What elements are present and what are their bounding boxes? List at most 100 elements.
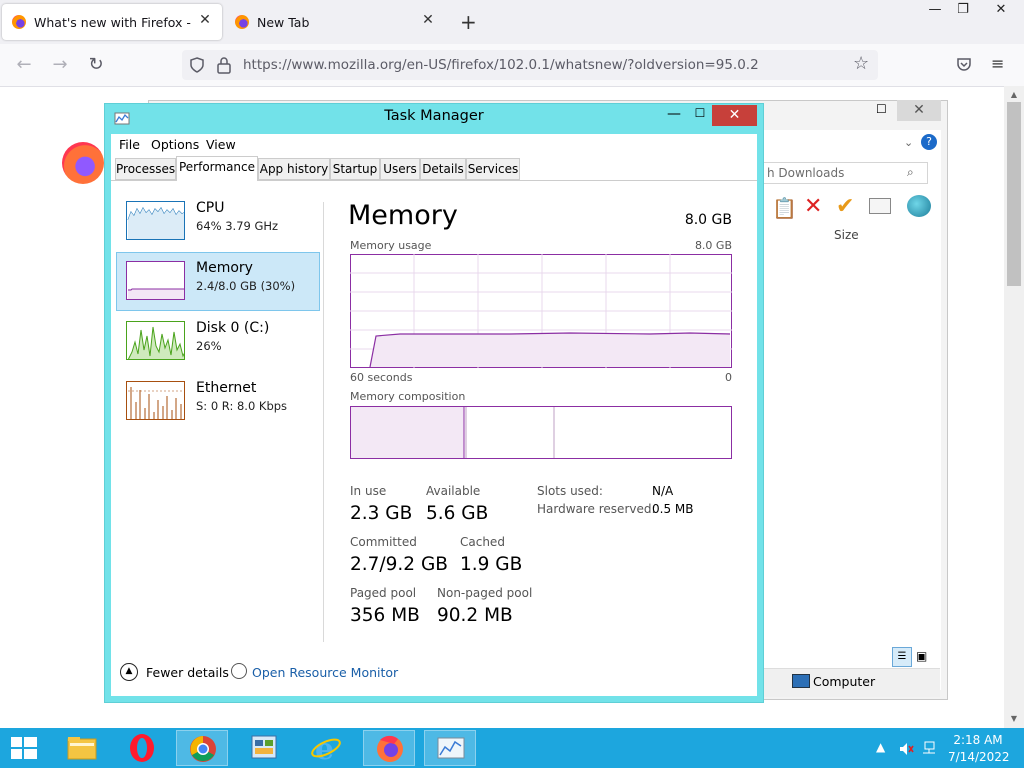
properties-icon[interactable] xyxy=(869,198,891,214)
chevron-down-icon[interactable]: ⌄ xyxy=(904,136,913,149)
svg-text:e: e xyxy=(315,732,334,766)
lock-icon[interactable] xyxy=(216,56,232,74)
menu-options[interactable]: Options xyxy=(151,137,199,152)
windows-start-icon[interactable] xyxy=(10,736,38,760)
tracking-shield-icon[interactable] xyxy=(188,56,206,74)
memory-usage-label: Memory usage xyxy=(350,239,432,252)
new-tab-button[interactable]: + xyxy=(460,10,477,34)
resource-value: S: 0 R: 8.0 Kbps xyxy=(196,399,288,413)
paged-pool-value: 356 MB xyxy=(350,605,420,626)
cpu-sparkline xyxy=(126,201,185,240)
back-arrow-icon[interactable]: ← xyxy=(11,52,37,78)
clock-time[interactable]: 2:18 AM xyxy=(948,733,1008,747)
column-header-size[interactable]: Size xyxy=(834,228,859,242)
minimize-icon[interactable]: — xyxy=(664,106,684,122)
graph-axis-left: 60 seconds xyxy=(350,371,413,384)
task-manager-icon xyxy=(437,737,465,759)
close-tab-icon[interactable]: ✕ xyxy=(419,12,437,28)
fewer-details-link[interactable]: Fewer details xyxy=(146,665,229,680)
in-use-label: In use xyxy=(350,484,387,498)
scroll-down-icon[interactable]: ▼ xyxy=(1007,712,1021,726)
chrome-icon xyxy=(190,736,216,762)
resource-value: 2.4/8.0 GB (30%) xyxy=(196,279,296,293)
internet-explorer-icon: e xyxy=(311,732,341,767)
detail-total: 8.0 GB xyxy=(684,212,732,228)
close-tab-icon[interactable]: ✕ xyxy=(196,12,214,28)
search-icon: ⌕ xyxy=(907,165,914,179)
maximize-icon[interactable]: ☐ xyxy=(690,106,710,120)
menu-file[interactable]: File xyxy=(119,137,140,152)
tab-users[interactable]: Users xyxy=(380,158,420,180)
available-value: 5.6 GB xyxy=(426,503,489,524)
clipboard-icon[interactable]: 📋 xyxy=(772,196,797,220)
large-icons-view-icon[interactable]: ▣ xyxy=(916,649,927,663)
resource-name: Ethernet xyxy=(196,380,257,396)
slots-used-value: N/A xyxy=(652,484,674,498)
reload-icon[interactable]: ↻ xyxy=(83,52,109,78)
tab-app-history[interactable]: App history xyxy=(258,158,330,180)
pocket-icon[interactable] xyxy=(956,56,972,72)
tab-performance[interactable]: Performance xyxy=(176,156,258,181)
menu-hamburger-icon[interactable]: ≡ xyxy=(991,54,1004,73)
computer-label[interactable]: Computer xyxy=(813,674,875,689)
slots-used-label: Slots used: xyxy=(537,484,603,498)
control-panel-icon xyxy=(251,735,277,759)
tab-new-tab[interactable]: New Tab ✕ xyxy=(225,4,445,40)
non-paged-pool-value: 90.2 MB xyxy=(437,605,513,626)
checkmark-icon[interactable]: ✔ xyxy=(836,194,854,219)
details-view-icon[interactable]: ☰ xyxy=(892,647,912,667)
network-icon[interactable] xyxy=(921,741,937,757)
tab-details[interactable]: Details xyxy=(420,158,466,180)
taskbar-file-explorer[interactable] xyxy=(56,730,108,766)
computer-icon xyxy=(792,674,810,688)
scrollbar-thumb[interactable] xyxy=(1007,102,1021,286)
taskbar-opera[interactable] xyxy=(116,730,168,766)
firefox-icon xyxy=(12,15,26,29)
explorer-close-button[interactable]: ✕ xyxy=(897,100,941,121)
show-hidden-icons[interactable]: ▲ xyxy=(876,740,885,754)
paged-pool-label: Paged pool xyxy=(350,586,417,600)
open-resource-monitor-link[interactable]: Open Resource Monitor xyxy=(252,665,398,680)
memory-usage-graph xyxy=(350,254,732,368)
hardware-reserved-value: 0.5 MB xyxy=(652,502,694,516)
tab-processes[interactable]: Processes xyxy=(115,158,176,180)
chevron-up-icon[interactable]: ▲ xyxy=(120,663,138,681)
disk-sparkline xyxy=(126,321,185,360)
explorer-maximize-icon[interactable]: ☐ xyxy=(876,102,887,116)
cached-label: Cached xyxy=(460,535,505,549)
memory-usage-max: 8.0 GB xyxy=(694,239,732,252)
bookmark-star-icon[interactable]: ☆ xyxy=(853,53,869,74)
volume-muted-icon[interactable] xyxy=(898,741,914,757)
url-text[interactable]: https://www.mozilla.org/en-US/firefox/10… xyxy=(243,57,759,73)
globe-icon[interactable] xyxy=(907,195,931,217)
menu-view[interactable]: View xyxy=(206,137,236,152)
taskbar-chrome[interactable] xyxy=(176,730,228,766)
close-window-icon[interactable]: ✕ xyxy=(984,0,1018,22)
forward-arrow-icon[interactable]: → xyxy=(47,52,73,78)
delete-icon[interactable]: ✕ xyxy=(804,194,822,219)
taskbar-control-panel[interactable] xyxy=(238,730,290,766)
non-paged-pool-label: Non-paged pool xyxy=(437,586,533,600)
close-button[interactable]: ✕ xyxy=(712,105,757,126)
tab-startup[interactable]: Startup xyxy=(330,158,380,180)
tab-services[interactable]: Services xyxy=(466,158,520,180)
explorer-search-input[interactable]: h Downloads xyxy=(762,162,928,184)
pane-divider xyxy=(323,202,324,642)
tab-whats-new[interactable]: What's new with Firefox - More ✕ xyxy=(2,4,222,40)
clock-date[interactable]: 7/14/2022 xyxy=(948,750,1010,764)
firefox-icon xyxy=(235,15,249,29)
taskbar-task-manager[interactable] xyxy=(424,730,476,766)
memory-composition-bar xyxy=(350,406,732,459)
taskbar-internet-explorer[interactable]: e xyxy=(300,730,352,767)
scroll-up-icon[interactable]: ▲ xyxy=(1007,88,1021,102)
help-icon[interactable]: ? xyxy=(921,134,937,150)
in-use-value: 2.3 GB xyxy=(350,503,413,524)
detail-heading: Memory xyxy=(348,200,458,231)
maximize-icon[interactable]: ❐ xyxy=(946,0,980,22)
committed-value: 2.7/9.2 GB xyxy=(350,554,448,575)
taskbar-firefox[interactable] xyxy=(363,730,415,766)
available-label: Available xyxy=(426,484,481,498)
resource-monitor-icon[interactable] xyxy=(231,663,247,679)
folder-icon xyxy=(67,737,97,760)
opera-icon xyxy=(130,734,154,762)
